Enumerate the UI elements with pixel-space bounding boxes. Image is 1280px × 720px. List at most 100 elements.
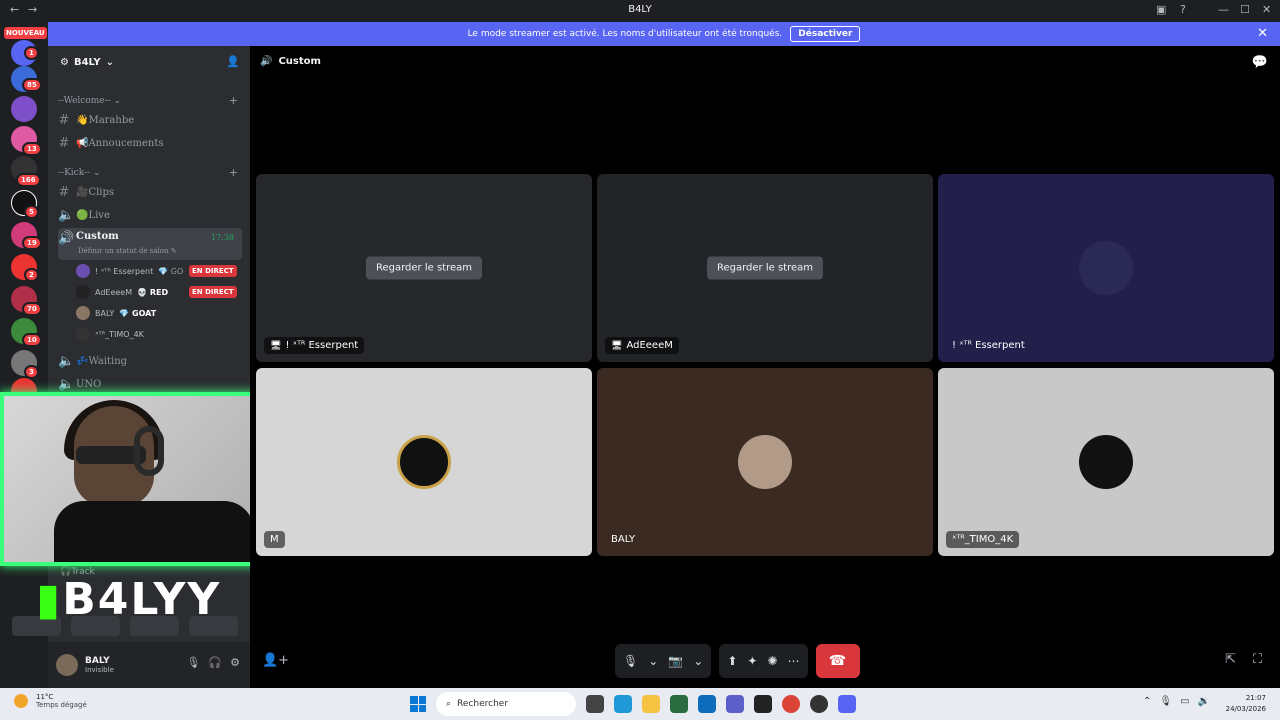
- tile-label: ˣᵀᴿ_TIMO_4K: [946, 531, 1020, 548]
- invite-people-icon[interactable]: 👤: [226, 55, 240, 68]
- call-controls: 🎙 ⌄ 📷 ⌄ ⬆ ✦ ✺ ⋯ ☎: [615, 644, 860, 678]
- unread-badge: 19: [22, 236, 42, 250]
- disable-streamer-button[interactable]: Désactiver: [790, 26, 861, 42]
- chevron-down-icon[interactable]: ⌄: [648, 654, 658, 668]
- terminal-icon[interactable]: [754, 695, 772, 713]
- discord-icon[interactable]: [838, 695, 856, 713]
- add-channel-icon[interactable]: +: [229, 94, 238, 107]
- chrome-icon[interactable]: [782, 695, 800, 713]
- avatar: [1079, 241, 1133, 295]
- voice-member[interactable]: ˣᵀᴿ_TIMO_4K: [76, 325, 144, 343]
- channel-marahbe[interactable]: # 👋Marahbe: [58, 110, 242, 130]
- close-window-icon[interactable]: ✕: [1262, 3, 1271, 16]
- unread-badge: 70: [22, 302, 42, 316]
- participant-tile[interactable]: ˣᵀᴿ_TIMO_4K: [938, 368, 1274, 556]
- activities-icon[interactable]: ✦: [747, 654, 757, 668]
- webcam-person: [134, 426, 164, 476]
- channel-waiting[interactable]: 🔈 💤Waiting: [58, 351, 242, 371]
- soundboard-icon[interactable]: ✺: [767, 654, 777, 668]
- microphone-icon[interactable]: 🎙: [186, 656, 200, 669]
- microphone-icon[interactable]: 🎙: [623, 654, 638, 668]
- category-welcome[interactable]: --Welcome-- ⌄: [58, 96, 121, 106]
- unread-badge: 13: [22, 142, 42, 156]
- chevron-down-icon: ⌄: [105, 56, 114, 68]
- volume-icon[interactable]: 🔉: [1198, 696, 1210, 707]
- participant-tile[interactable]: M: [256, 368, 592, 556]
- tile-label: M: [264, 531, 285, 548]
- new-badge: NOUVEAU: [4, 27, 47, 39]
- avatar[interactable]: [56, 654, 78, 676]
- voice-member[interactable]: ! ˣᵀᴿ Esserpent 💎 GO: [76, 262, 183, 280]
- invite-icon[interactable]: 👤+: [262, 653, 289, 668]
- close-banner-icon[interactable]: ✕: [1257, 26, 1268, 41]
- live-badge: EN DIRECT: [189, 286, 237, 298]
- more-options-icon[interactable]: ⋯: [788, 654, 800, 668]
- server-icon[interactable]: [11, 96, 37, 122]
- channel-custom[interactable]: 🔊 Custom 17:38 Définir un statut de salo…: [58, 228, 242, 260]
- outlook-icon[interactable]: [698, 695, 716, 713]
- camera-off-icon[interactable]: 📷: [668, 654, 683, 668]
- help-icon[interactable]: ?: [1180, 3, 1186, 16]
- call-header: 🔊 Custom: [260, 56, 321, 67]
- task-view-icon[interactable]: [586, 695, 604, 713]
- popout-icon[interactable]: ⇱: [1225, 652, 1236, 667]
- voice-call-area: 🔊 Custom 💬 Regarder le stream 🖥! ˣᵀᴿ Ess…: [250, 46, 1280, 688]
- maximize-icon[interactable]: ☐: [1240, 3, 1250, 16]
- watch-stream-button[interactable]: Regarder le stream: [706, 256, 824, 280]
- call-timer: 17:38: [210, 233, 234, 242]
- taskbar-search[interactable]: ⌕ Rechercher: [436, 692, 576, 716]
- unread-badge: 166: [16, 173, 41, 187]
- speaker-icon: 🔈: [58, 376, 75, 392]
- file-explorer-icon[interactable]: [642, 695, 660, 713]
- watch-stream-button[interactable]: Regarder le stream: [365, 256, 483, 280]
- channel-status-prompt[interactable]: Définir un statut de salon ✎: [78, 247, 177, 255]
- share-screen-icon[interactable]: ⬆: [727, 654, 737, 668]
- guild-header[interactable]: ⚙ B4LY ⌄ 👤: [48, 46, 250, 78]
- stream-tile[interactable]: Regarder le stream 🖥! ˣᵀᴿ Esserpent: [256, 174, 592, 362]
- edge-browser-icon[interactable]: [614, 695, 632, 713]
- store-icon[interactable]: [670, 695, 688, 713]
- avatar: [738, 435, 792, 489]
- channel-uno[interactable]: 🔈 UNO: [58, 374, 242, 394]
- fullscreen-icon[interactable]: ⛶: [1253, 652, 1262, 667]
- network-icon[interactable]: ▭: [1180, 696, 1189, 707]
- avatar: [76, 327, 90, 341]
- channel-clips[interactable]: # 🎥Clips: [58, 182, 242, 202]
- avatar: [76, 306, 90, 320]
- app-icon[interactable]: [810, 695, 828, 713]
- unread-badge: 3: [24, 365, 39, 379]
- screen-share-icon: 🖥: [270, 340, 282, 351]
- hash-icon: #: [58, 112, 70, 128]
- unread-badge: 5: [24, 205, 39, 219]
- speaker-icon: 🔈: [58, 353, 75, 369]
- microphone-icon[interactable]: 🎙: [1159, 696, 1172, 707]
- chevron-up-icon[interactable]: ⌃: [1143, 696, 1151, 707]
- minimize-icon[interactable]: —: [1218, 3, 1229, 16]
- stream-tile[interactable]: Regarder le stream 🖥 AdEeeeM: [597, 174, 933, 362]
- settings-gear-icon[interactable]: ⚙: [230, 656, 240, 669]
- channel-live[interactable]: 🔈 🟢Live: [58, 205, 242, 225]
- voice-member[interactable]: AdEeeeM 💀 RED: [76, 283, 168, 301]
- search-icon: ⌕: [446, 699, 452, 709]
- inbox-icon[interactable]: ▣: [1156, 3, 1166, 16]
- channel-annoucements[interactable]: # 📢Annoucements: [58, 133, 242, 153]
- headphones-icon[interactable]: 🎧: [208, 656, 222, 669]
- voice-member[interactable]: BALY 💎 GOAT: [76, 304, 156, 322]
- chevron-down-icon[interactable]: ⌄: [693, 654, 703, 668]
- disconnect-button[interactable]: ☎: [815, 644, 860, 678]
- unread-badge: 85: [22, 78, 42, 92]
- webcam-person: [54, 501, 254, 562]
- system-clock[interactable]: 21:07 24/03/2026: [1226, 693, 1266, 715]
- start-windows-icon[interactable]: [410, 696, 426, 712]
- add-channel-icon[interactable]: +: [229, 166, 238, 179]
- banner-text: Le mode streamer est activé. Les noms d'…: [467, 29, 783, 39]
- category-kick[interactable]: --Kick-- ⌄: [58, 168, 101, 178]
- speaker-icon: 🔊: [260, 56, 273, 67]
- participant-tile[interactable]: ! ˣᵀᴿ Esserpent: [938, 174, 1274, 362]
- actions-group: ⬆ ✦ ✺ ⋯: [719, 644, 808, 678]
- teams-icon[interactable]: [726, 695, 744, 713]
- participant-tile[interactable]: BALY: [597, 368, 933, 556]
- user-panel: BALY Invisible 🎙 🎧 ⚙: [48, 642, 250, 688]
- weather-widget[interactable]: 11°C Temps dégagé: [14, 693, 87, 709]
- chat-bubble-icon[interactable]: 💬: [1252, 55, 1268, 70]
